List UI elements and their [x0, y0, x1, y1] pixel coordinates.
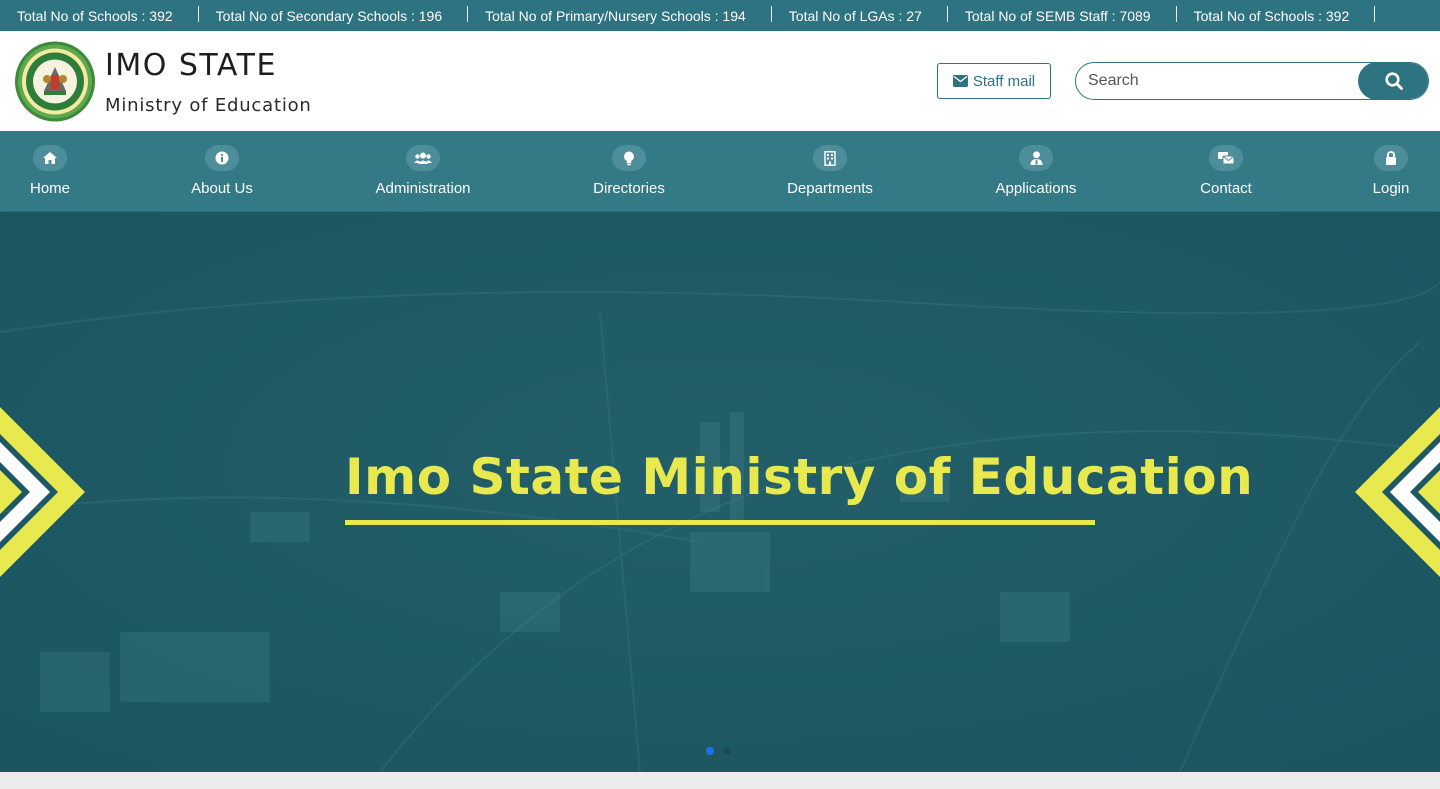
nav-label: Contact [1200, 180, 1252, 197]
search-button[interactable] [1358, 63, 1428, 99]
user-tie-icon [1019, 145, 1053, 171]
chevron-left-icon[interactable] [0, 402, 90, 582]
nav-item-departments[interactable]: Departments [776, 131, 884, 212]
nav-label: Home [29, 180, 70, 197]
search-icon [1384, 72, 1403, 90]
ticker-item: Total No of LGAs : 27 [772, 5, 948, 24]
ticker-item: Total No of Schools : 392 [1177, 5, 1376, 24]
nav-item-home[interactable]: Home [18, 131, 82, 212]
hero-title-underline [345, 520, 1095, 525]
nav-item-administration[interactable]: Administration [363, 131, 483, 212]
site-header: IMO STATE Ministry of Education Staff ma… [0, 31, 1440, 131]
search-box [1075, 62, 1429, 100]
nav-label: Login [1372, 180, 1410, 197]
nav-label: Departments [787, 180, 873, 197]
ticker-item: Total No of Secondary Schools : 196 [199, 5, 469, 24]
imo-state-seal-logo[interactable] [14, 41, 96, 122]
users-icon [406, 145, 440, 171]
lock-icon [1374, 145, 1408, 171]
ticker-track: Total No of Schools : 392 Total No of Se… [0, 0, 1375, 31]
ticker-item: Total No of Schools : 392 [0, 5, 199, 24]
ticker-item: Total No of SEMB Staff : 7089 [948, 5, 1177, 24]
nav-item-about-us[interactable]: About Us [180, 131, 264, 212]
nav-label: About Us [191, 180, 253, 197]
carousel-dot[interactable] [723, 747, 731, 755]
nav-label: Applications [995, 180, 1077, 197]
stats-ticker: Total No of Schools : 392 Total No of Se… [0, 0, 1440, 31]
page-bottom-strip [0, 772, 1440, 789]
staff-mail-button[interactable]: Staff mail [937, 63, 1051, 99]
hero-title: Imo State Ministry of Education [345, 448, 1254, 506]
lightbulb-icon [612, 145, 646, 171]
nav-item-login[interactable]: Login [1361, 131, 1421, 212]
contact-icon [1209, 145, 1243, 171]
nav-label: Administration [375, 180, 471, 197]
info-icon [205, 145, 239, 171]
carousel-indicators [706, 747, 731, 755]
chevron-right-icon[interactable] [1350, 402, 1440, 582]
building-icon [813, 145, 847, 171]
main-nav: Home About Us Administration Directories… [0, 131, 1440, 212]
envelope-icon [952, 75, 968, 87]
brand-subtitle: Ministry of Education [105, 95, 312, 116]
hero-slider: Imo State Ministry of Education [0, 212, 1440, 772]
nav-item-directories[interactable]: Directories [582, 131, 676, 212]
home-icon [33, 145, 67, 171]
ticker-item: Total No of Primary/Nursery Schools : 19… [468, 5, 772, 24]
carousel-dot-active[interactable] [706, 747, 714, 755]
nav-item-contact[interactable]: Contact [1188, 131, 1264, 212]
brand-title[interactable]: IMO STATE [105, 48, 277, 83]
nav-label: Directories [593, 180, 665, 197]
nav-item-applications[interactable]: Applications [984, 131, 1088, 212]
search-input[interactable] [1076, 63, 1360, 99]
staff-mail-label: Staff mail [972, 72, 1036, 90]
